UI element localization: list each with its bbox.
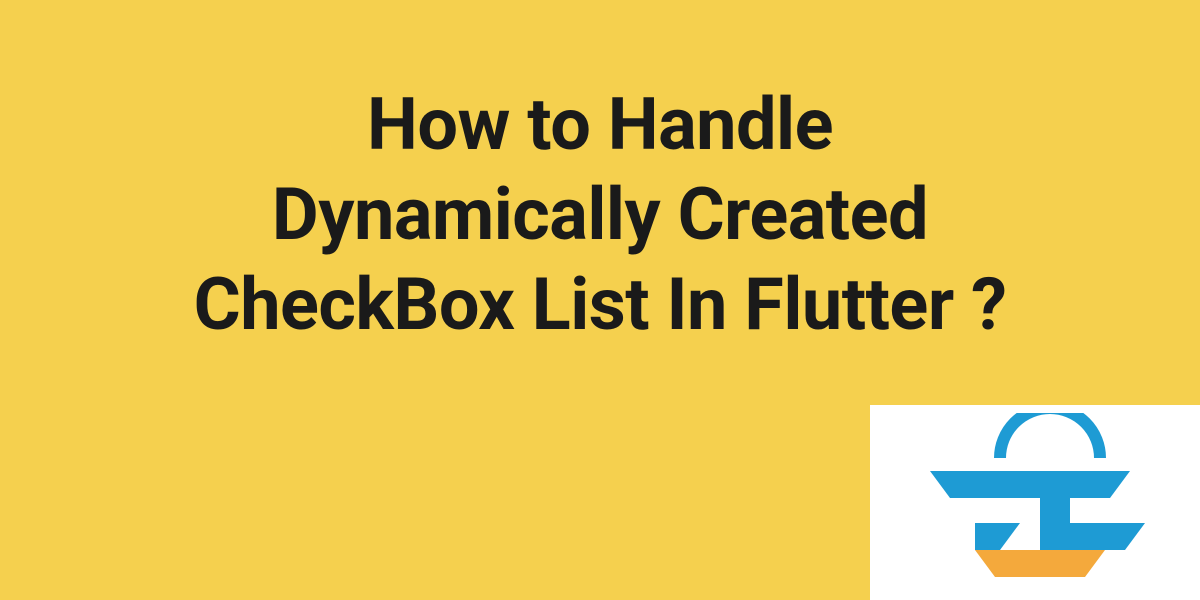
flutter-agency-logo-icon [905, 413, 1165, 593]
page-title: How to Handle Dynamically Created CheckB… [0, 80, 1200, 350]
title-container: How to Handle Dynamically Created CheckB… [0, 80, 1200, 350]
title-line-3: CheckBox List In Flutter ? [194, 262, 1007, 347]
title-line-2: Dynamically Created [272, 172, 928, 257]
title-line-1: How to Handle [367, 82, 833, 167]
logo-container [870, 405, 1200, 600]
